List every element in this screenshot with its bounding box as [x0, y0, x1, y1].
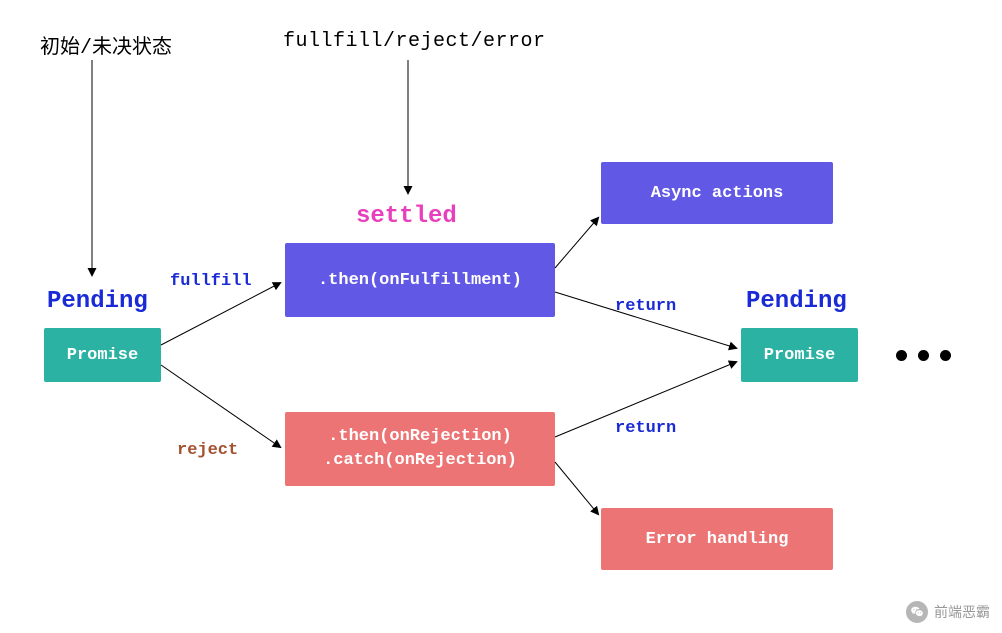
then-rejection-box: .then(onRejection) .catch(onRejection): [285, 412, 555, 486]
then-rejection-line1: .then(onRejection): [328, 425, 512, 449]
then-rejection-line2: .catch(onRejection): [323, 449, 517, 473]
dot-icon: [918, 350, 929, 361]
arrow-fulfill-to-async: [555, 218, 598, 268]
pending-label-right: Pending: [746, 288, 847, 315]
arrow-promise-to-reject: [161, 365, 280, 447]
dot-icon: [940, 350, 951, 361]
edge-label-reject: reject: [177, 441, 238, 460]
promise-box-right: Promise: [741, 328, 858, 382]
annotation-initial-state: 初始/未决状态: [40, 30, 172, 60]
pending-label-left: Pending: [47, 288, 148, 315]
wechat-icon: [906, 601, 928, 623]
promise-box-left: Promise: [44, 328, 161, 382]
annotation-triggers: fullfill/reject/error: [283, 30, 546, 53]
watermark: 前端恶霸: [906, 601, 990, 623]
error-handling-box: Error handling: [601, 508, 833, 570]
watermark-text: 前端恶霸: [934, 602, 990, 622]
promise-box-left-text: Promise: [67, 346, 138, 365]
async-actions-box: Async actions: [601, 162, 833, 224]
then-fulfillment-box: .then(onFulfillment): [285, 243, 555, 317]
arrow-promise-to-fulfill: [161, 283, 280, 345]
edge-label-fullfill: fullfill: [170, 272, 252, 291]
promise-box-right-text: Promise: [764, 346, 835, 365]
then-fulfillment-text: .then(onFulfillment): [318, 271, 522, 290]
error-handling-text: Error handling: [646, 530, 789, 549]
edge-label-return-top: return: [615, 297, 676, 316]
settled-label: settled: [356, 203, 457, 230]
continuation-dots: [896, 350, 956, 364]
dot-icon: [896, 350, 907, 361]
async-actions-text: Async actions: [651, 184, 784, 203]
arrow-reject-to-error: [555, 462, 598, 514]
edge-label-return-bottom: return: [615, 419, 676, 438]
